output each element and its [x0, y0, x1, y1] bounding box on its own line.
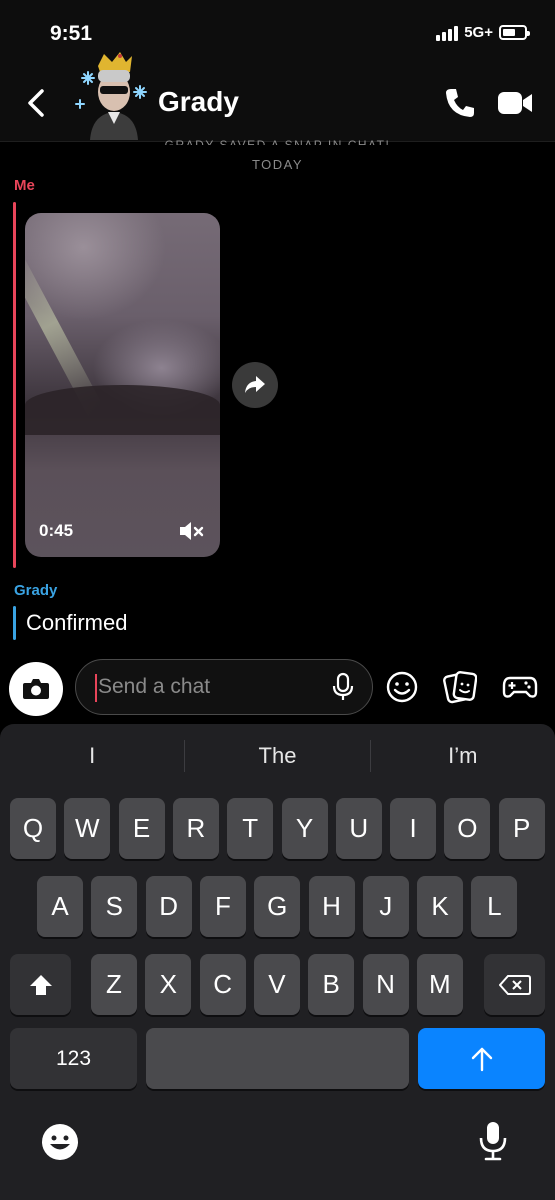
delete-key[interactable]	[484, 954, 545, 1015]
snap-duration: 0:45	[39, 521, 74, 540]
key-v[interactable]: V	[253, 954, 300, 1015]
forward-arrow-icon	[245, 376, 265, 393]
key-g[interactable]: G	[254, 876, 301, 937]
status-time: 9:51	[50, 22, 93, 45]
text-cursor	[95, 674, 97, 702]
prediction-1[interactable]: I	[0, 740, 184, 772]
snap-dashboard	[25, 385, 220, 435]
key-r[interactable]: R	[172, 798, 219, 859]
game-controller-icon[interactable]	[502, 670, 538, 704]
key-q[interactable]: Q	[10, 798, 56, 859]
muted-speaker-icon[interactable]	[178, 519, 206, 543]
key-h[interactable]: H	[308, 876, 355, 937]
prediction-3[interactable]: I’m	[369, 740, 555, 772]
key-i[interactable]: I	[390, 798, 437, 859]
chat-field[interactable]	[75, 659, 373, 715]
keyboard-emoji-icon[interactable]	[40, 1122, 80, 1162]
shift-icon	[29, 974, 52, 995]
space-key[interactable]	[146, 1028, 409, 1089]
key-o[interactable]: O	[444, 798, 491, 859]
video-camera-icon[interactable]	[497, 88, 533, 118]
emoji-icon[interactable]	[385, 670, 419, 704]
key-d[interactable]: D	[145, 876, 192, 937]
sender-label-grady: Grady	[14, 582, 58, 599]
chat-header: Grady	[0, 52, 555, 142]
message-bar-grady	[13, 606, 16, 640]
key-u[interactable]: U	[335, 798, 382, 859]
keyboard: I The I’m QWERTYUIOPASDFGHJKLZXCVBNM 123	[0, 724, 555, 1200]
dictation-mic-icon[interactable]	[478, 1120, 508, 1162]
sticker-icon[interactable]	[443, 670, 477, 704]
battery-level	[503, 29, 515, 36]
key-l[interactable]: L	[471, 876, 518, 937]
key-f[interactable]: F	[199, 876, 246, 937]
saved-snap-notice: GRADY SAVED A SNAP IN CHAT!	[164, 138, 391, 145]
delete-icon	[498, 974, 531, 995]
key-a[interactable]: A	[37, 876, 83, 937]
key-k[interactable]: K	[417, 876, 464, 937]
key-n[interactable]: N	[362, 954, 409, 1015]
key-t[interactable]: T	[227, 798, 274, 859]
chat-input[interactable]	[98, 660, 318, 713]
key-y[interactable]: Y	[281, 798, 328, 859]
key-p[interactable]: P	[498, 798, 545, 859]
cellular-signal-icon	[436, 25, 459, 41]
sender-label-me: Me	[14, 177, 35, 194]
numbers-key[interactable]: 123	[10, 1028, 137, 1089]
back-icon[interactable]	[22, 86, 52, 120]
status-indicators: 5G+	[436, 24, 530, 41]
key-s[interactable]: S	[91, 876, 138, 937]
key-z[interactable]: Z	[91, 954, 137, 1015]
avatar[interactable]	[74, 48, 152, 140]
predictive-bar: I The I’m	[0, 724, 555, 788]
message-text: Confirmed	[26, 610, 128, 635]
key-x[interactable]: X	[145, 954, 192, 1015]
message-bar-me	[13, 202, 16, 568]
snap-video[interactable]: 0:45	[25, 213, 220, 557]
key-j[interactable]: J	[362, 876, 409, 937]
contact-name[interactable]: Grady	[158, 86, 239, 118]
key-c[interactable]: C	[199, 954, 246, 1015]
shift-key[interactable]	[10, 954, 71, 1015]
day-separator: TODAY	[251, 157, 304, 172]
key-m[interactable]: M	[416, 954, 463, 1015]
phone-icon[interactable]	[443, 86, 477, 120]
key-w[interactable]: W	[64, 798, 111, 859]
chat-input-bar	[0, 652, 555, 724]
arrow-up-icon	[471, 1047, 492, 1071]
send-key[interactable]	[418, 1028, 545, 1089]
prediction-2[interactable]: The	[184, 740, 369, 772]
key-e[interactable]: E	[118, 798, 165, 859]
network-label: 5G+	[464, 24, 493, 41]
camera-icon	[23, 679, 49, 699]
microphone-icon[interactable]	[332, 672, 354, 702]
camera-button[interactable]	[9, 662, 63, 716]
share-snap-button[interactable]	[232, 362, 278, 408]
battery-icon	[499, 25, 530, 40]
key-b[interactable]: B	[308, 954, 355, 1015]
